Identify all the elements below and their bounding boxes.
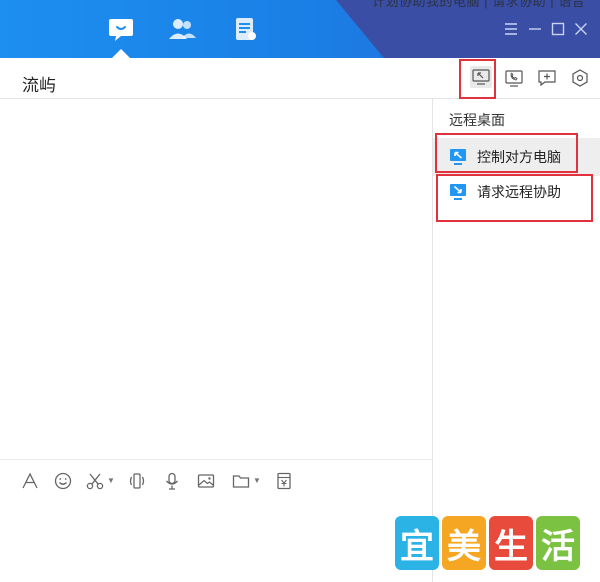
title-bar-overflow-text: 计划协助我的电脑 | 请求协助 | 语音 [372, 0, 586, 9]
folder-icon [232, 475, 250, 488]
microphone-icon [166, 472, 178, 490]
screenshot-button[interactable]: ▼ [85, 470, 115, 492]
document-icon [236, 18, 256, 40]
add-chat-icon [538, 70, 556, 87]
menu-button[interactable] [502, 20, 520, 38]
watermark-char: 活 [536, 516, 580, 570]
phone-call-icon [505, 70, 523, 87]
tab-messages[interactable] [106, 14, 136, 44]
scissors-icon [86, 473, 104, 490]
menu-icon [505, 23, 517, 35]
file-dropdown-icon[interactable]: ▼ [253, 477, 261, 485]
contacts-icon [169, 19, 196, 39]
font-button[interactable] [20, 470, 40, 492]
shake-button[interactable] [127, 470, 147, 492]
tab-contacts[interactable] [167, 14, 197, 44]
file-button[interactable]: ▼ [231, 470, 261, 492]
red-packet-icon [277, 472, 291, 490]
remote-desktop-highlight [459, 59, 496, 99]
chat-settings-button[interactable] [569, 67, 591, 89]
message-input[interactable] [0, 496, 432, 582]
tab-documents[interactable] [230, 14, 260, 44]
chat-title: 流屿 [22, 76, 56, 95]
image-button[interactable] [196, 470, 216, 492]
maximize-icon [551, 22, 565, 36]
title-bar: 计划协助我的电脑 | 请求协助 | 语音 [0, 0, 600, 58]
red-packet-button[interactable] [274, 470, 294, 492]
minimize-button[interactable] [526, 20, 544, 38]
close-button[interactable] [572, 20, 590, 38]
shake-icon [129, 473, 145, 489]
emoji-button[interactable] [53, 470, 73, 492]
watermark-char: 宜 [395, 516, 439, 570]
watermark-char: 生 [489, 516, 533, 570]
minimize-icon [529, 28, 541, 30]
voice-call-button[interactable] [503, 67, 525, 89]
image-icon [197, 474, 215, 488]
emoji-icon [54, 472, 72, 490]
maximize-button[interactable] [549, 20, 567, 38]
active-tab-indicator [112, 49, 130, 58]
chat-header: 流屿 [0, 58, 600, 99]
control-remote-highlight [435, 133, 578, 173]
request-assist-highlight [436, 174, 593, 222]
close-icon [575, 23, 587, 35]
chat-bubble-icon [109, 19, 133, 41]
voice-message-button[interactable] [162, 470, 182, 492]
input-divider [0, 459, 432, 460]
settings-hexagon-icon [572, 69, 588, 87]
panel-title: 远程桌面 [449, 112, 505, 128]
add-chat-button[interactable] [536, 67, 558, 89]
font-icon [22, 472, 38, 489]
watermark-logo: 宜 美 生 活 [395, 516, 585, 576]
message-area[interactable] [0, 99, 432, 459]
screenshot-dropdown-icon[interactable]: ▼ [107, 477, 115, 485]
watermark-char: 美 [442, 516, 486, 570]
input-toolbar: ▼ ▼ [0, 466, 432, 496]
